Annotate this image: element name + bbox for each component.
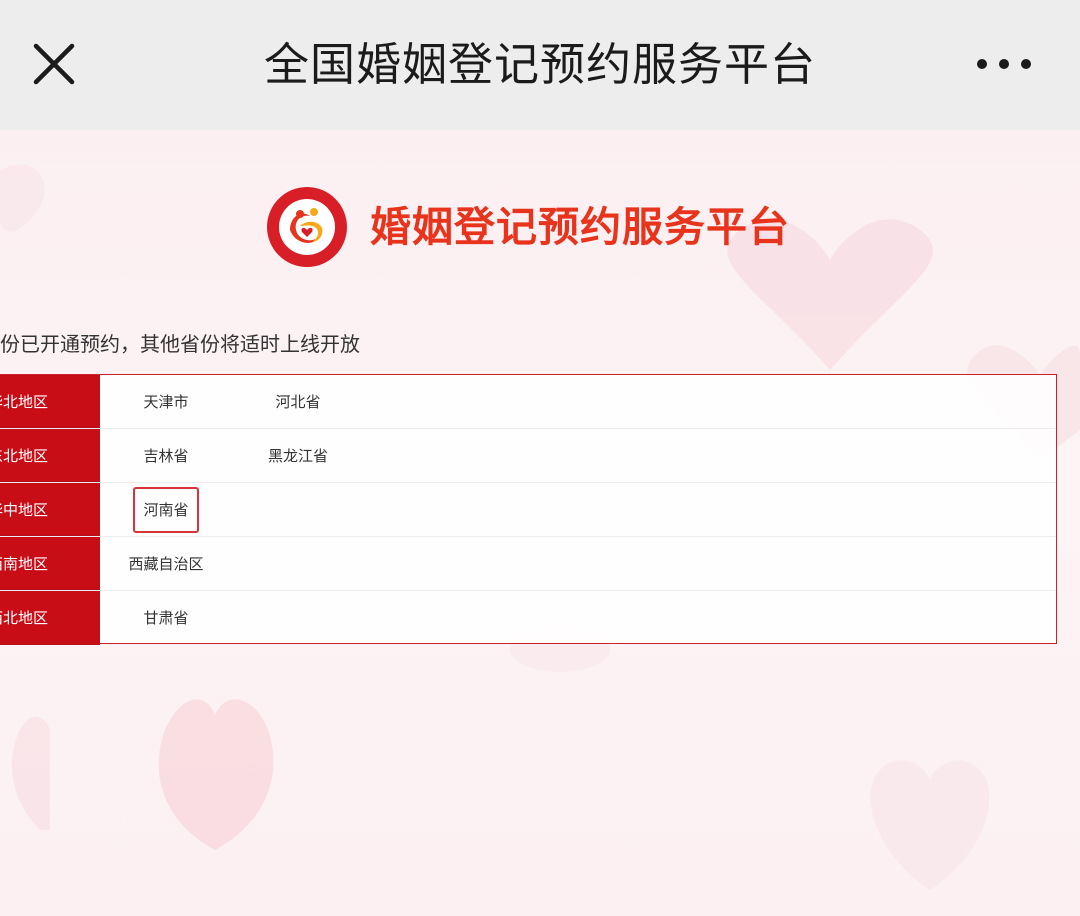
region-label-text: 东北地区	[0, 447, 48, 465]
province-label: 吉林省	[143, 447, 189, 465]
region-label: 华中地区	[0, 483, 100, 536]
province-label: 天津市	[143, 393, 189, 411]
table-row-northeast: 东北地区 吉林省 黑龙江省	[0, 429, 1056, 483]
region-label: 西南地区	[0, 537, 100, 590]
page-title: 全国婚姻登记预约服务平台	[263, 38, 816, 91]
province-link[interactable]: 河北省	[238, 375, 358, 429]
region-label: 华北地区	[0, 375, 100, 428]
province-label: 西藏自治区	[128, 555, 204, 573]
province-link[interactable]: 吉林省	[106, 429, 226, 483]
table-row-north-china: 华北地区 天津市 河北省	[0, 375, 1056, 429]
table-row-southwest: 西南地区 西藏自治区	[0, 537, 1056, 591]
more-dots-icon	[977, 59, 1031, 69]
nav-bar: 全国婚姻登记预约服务平台	[0, 0, 1080, 130]
region-table: 华北地区 天津市 河北省 东北地区 吉林省 黑龙江省 华中地区 河南省 西南地区…	[0, 374, 1057, 645]
province-label: 甘肃省	[143, 609, 189, 627]
region-label: 东北地区	[0, 429, 100, 482]
province-label: 黑龙江省	[267, 447, 328, 465]
region-label-text: 华中地区	[0, 501, 48, 519]
close-button[interactable]	[26, 36, 84, 94]
province-link[interactable]: 西藏自治区	[106, 537, 226, 591]
close-icon	[33, 43, 75, 85]
platform-title: 婚姻登记预约服务平台	[370, 203, 790, 251]
region-label: 西北地区	[0, 591, 100, 645]
marriage-registration-logo	[267, 187, 347, 267]
region-label-text: 西南地区	[0, 555, 48, 573]
province-link[interactable]: 黑龙江省	[238, 429, 358, 483]
province-label: 河北省	[275, 393, 321, 411]
province-link-highlighted[interactable]: 河南省	[106, 483, 226, 537]
notice-text: 份已开通预约，其他省份将适时上线开放	[0, 332, 360, 356]
table-row-central-china: 华中地区 河南省	[0, 483, 1056, 537]
page-content: 婚姻登记预约服务平台 份已开通预约，其他省份将适时上线开放 华北地区 天津市 河…	[0, 130, 1080, 916]
platform-header: 婚姻登记预约服务平台	[266, 186, 826, 270]
region-label-text: 华北地区	[0, 393, 48, 411]
province-label: 河南省	[133, 487, 199, 533]
table-row-northwest: 西北地区 甘肃省	[0, 591, 1056, 645]
more-button[interactable]	[966, 40, 1042, 88]
province-link[interactable]: 甘肃省	[106, 591, 226, 645]
region-label-text: 西北地区	[0, 609, 48, 627]
province-link[interactable]: 天津市	[106, 375, 226, 429]
